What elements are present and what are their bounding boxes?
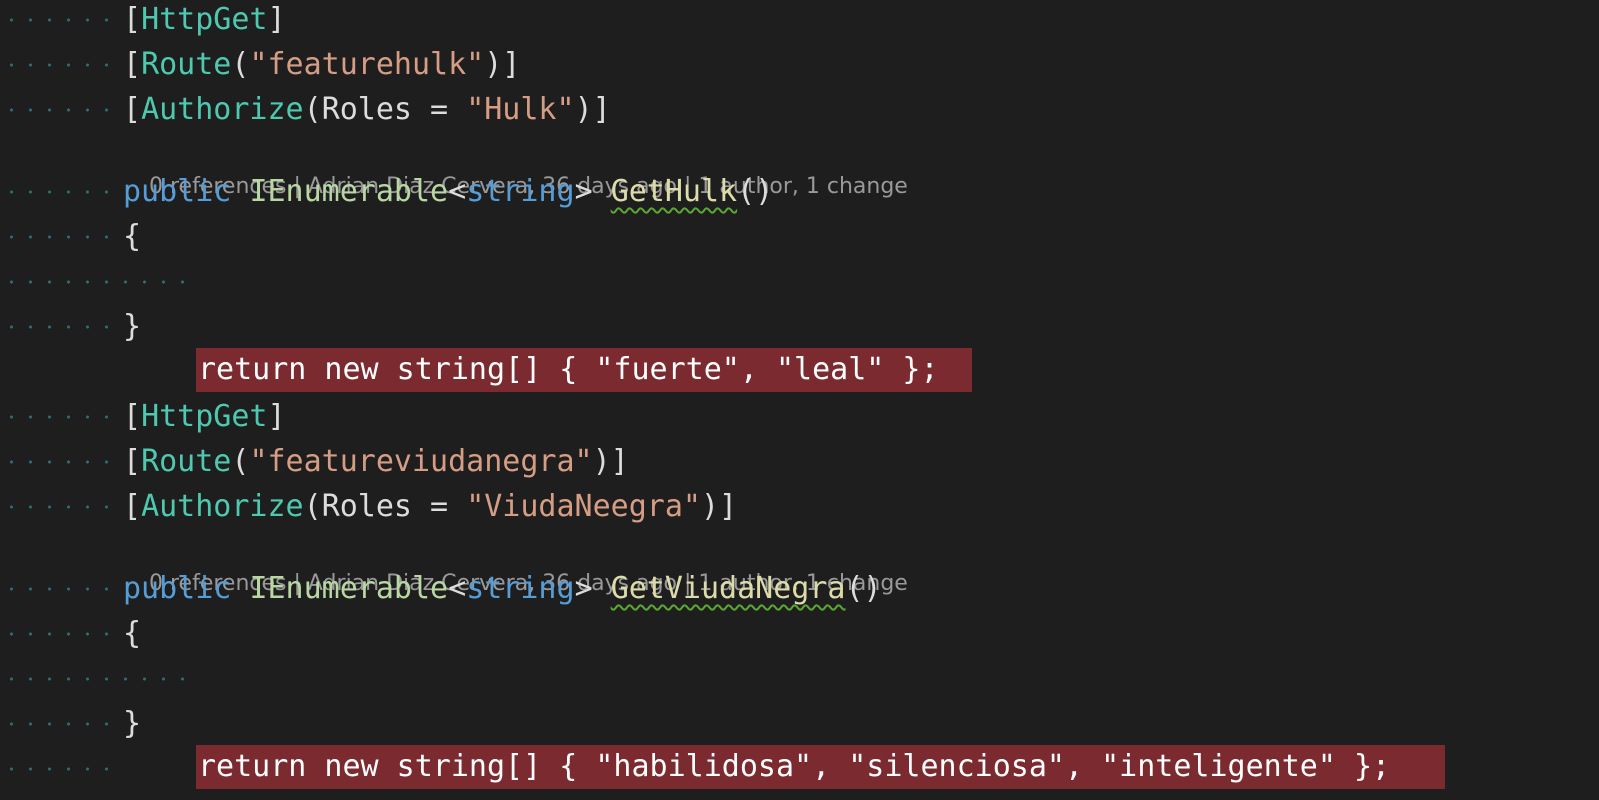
generic-arg: string xyxy=(466,174,575,209)
modifier-keyword: public xyxy=(123,174,232,209)
whitespace-markers xyxy=(0,88,120,132)
attribute-authorize: Authorize xyxy=(141,489,304,524)
return-statement-start: return new string[] { xyxy=(198,749,596,784)
method-params: () xyxy=(845,571,882,606)
whitespace-markers xyxy=(0,395,120,439)
whitespace-markers xyxy=(0,747,120,791)
code-line-attribute-route[interactable]: [Route("featureviudanegra")] xyxy=(0,440,629,484)
route-string: "featurehulk" xyxy=(249,47,485,82)
code-line-return[interactable]: return new string[] { "habilidosa", "sil… xyxy=(0,657,1445,789)
whitespace-markers xyxy=(0,440,120,484)
roles-param: Roles xyxy=(321,92,412,127)
attribute-route: Route xyxy=(141,47,232,82)
whitespace-markers xyxy=(0,43,120,87)
codelens-bar: 0 references | Adrian Diaz Cervera, 36 d… xyxy=(148,571,908,596)
code-line-attribute-authorize[interactable]: [Authorize(Roles = "Hulk")] xyxy=(0,88,611,132)
return-value: "fuerte" xyxy=(595,352,740,387)
close-brace: } xyxy=(123,706,142,741)
method-name[interactable]: GetViudaNegra xyxy=(611,571,846,606)
method-params: () xyxy=(737,174,774,209)
code-line-signature[interactable]: public IEnumerable<string> GetViudaNegra… xyxy=(0,567,882,611)
code-line-open-brace[interactable]: { xyxy=(0,215,141,259)
whitespace-markers xyxy=(0,567,120,611)
route-string: "featureviudanegra" xyxy=(249,444,593,479)
generic-arg: string xyxy=(466,571,575,606)
code-editor[interactable]: [HttpGet] [Route("featurehulk")] [Author… xyxy=(0,0,1599,800)
return-value: "habilidosa" xyxy=(595,749,813,784)
whitespace-markers xyxy=(0,260,196,304)
whitespace-markers xyxy=(0,215,120,259)
code-line-empty[interactable] xyxy=(0,747,120,791)
code-line-attribute-authorize[interactable]: [Authorize(Roles = "ViudaNeegra")] xyxy=(0,485,737,529)
attribute-httpget: HttpGet xyxy=(141,2,268,37)
close-brace: } xyxy=(123,309,142,344)
code-line-return[interactable]: return new string[] { "fuerte", "leal" }… xyxy=(0,260,972,392)
breakpoint-highlight[interactable]: return new string[] { "fuerte", "leal" }… xyxy=(196,348,972,392)
return-type: IEnumerable xyxy=(249,174,449,209)
open-brace: { xyxy=(123,219,142,254)
whitespace-markers xyxy=(0,170,120,214)
code-line-attribute-httpget[interactable]: [HttpGet] xyxy=(0,395,286,439)
breakpoint-highlight[interactable]: return new string[] { "habilidosa", "sil… xyxy=(196,745,1445,789)
code-line-close-brace[interactable]: } xyxy=(0,305,141,349)
code-line-open-brace[interactable]: { xyxy=(0,612,141,656)
return-statement-end: }; xyxy=(1335,749,1391,784)
attribute-httpget: HttpGet xyxy=(141,399,268,434)
roles-string: "Hulk" xyxy=(466,92,575,127)
whitespace-markers xyxy=(0,612,120,656)
modifier-keyword: public xyxy=(123,571,232,606)
whitespace-markers xyxy=(0,305,120,349)
return-type: IEnumerable xyxy=(249,571,449,606)
code-line-attribute-httpget[interactable]: [HttpGet] xyxy=(0,0,286,42)
roles-param: Roles xyxy=(321,489,412,524)
open-brace: { xyxy=(123,616,142,651)
return-value: "leal" xyxy=(775,352,885,387)
code-line-attribute-route[interactable]: [Route("featurehulk")] xyxy=(0,43,520,87)
attribute-route: Route xyxy=(141,444,232,479)
roles-string: "ViudaNeegra" xyxy=(466,489,701,524)
method-name[interactable]: GetHulk xyxy=(611,174,737,209)
return-value: "silenciosa" xyxy=(848,749,1065,784)
whitespace-markers xyxy=(0,702,120,746)
attribute-authorize: Authorize xyxy=(141,92,304,127)
whitespace-markers xyxy=(0,485,120,529)
codelens-bar: 0 references | Adrian Diaz Cervera, 36 d… xyxy=(148,174,908,199)
code-line-close-brace[interactable]: } xyxy=(0,702,141,746)
code-line-signature[interactable]: public IEnumerable<string> GetHulk() xyxy=(0,170,773,214)
whitespace-markers xyxy=(0,0,120,42)
return-statement-end: }; xyxy=(884,352,939,387)
return-statement-start: return new string[] { xyxy=(198,352,596,387)
return-value: "inteligente" xyxy=(1101,749,1336,784)
whitespace-markers xyxy=(0,657,196,701)
